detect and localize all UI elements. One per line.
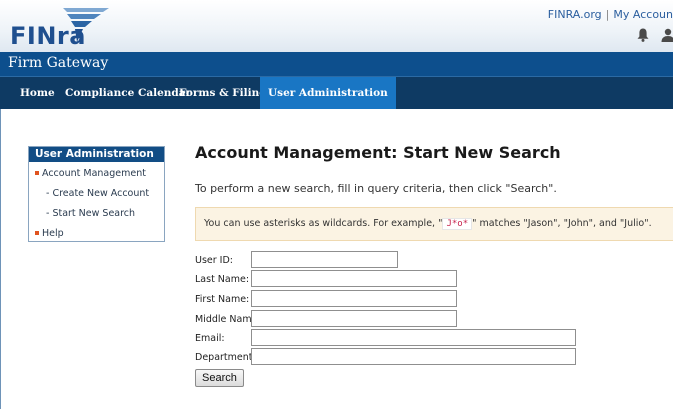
search-button[interactable]: Search [195, 369, 244, 387]
first-name-label: First Name: [195, 294, 250, 305]
utility-icons [633, 28, 673, 46]
logo-arrow-icon [63, 8, 109, 42]
site-header: FINra FINRA.org | My Accoun [0, 0, 673, 52]
utility-links: FINRA.org | My Accoun [548, 8, 673, 21]
sidebar: User Administration Account Management -… [28, 146, 165, 242]
nav-user-administration[interactable]: User Administration [260, 77, 396, 109]
finra-org-link[interactable]: FINRA.org [548, 8, 602, 21]
finra-logo[interactable]: FINra [9, 8, 124, 50]
util-separator: | [605, 8, 610, 21]
first-name-input[interactable] [251, 290, 457, 307]
page-left-border [0, 109, 1, 409]
nav-home[interactable]: Home [12, 77, 63, 109]
email-label: Email: [195, 333, 225, 344]
notice-suffix: " matches "Jason", "John", and "Julio". [472, 218, 652, 229]
user-id-input[interactable] [251, 251, 398, 268]
user-id-label: User ID: [195, 255, 233, 266]
department-input[interactable] [251, 348, 576, 365]
sidebar-heading: User Administration [29, 147, 164, 162]
sidebar-item-create-new-account[interactable]: - Create New Account [46, 188, 149, 199]
sidebar-item-start-new-search[interactable]: - Start New Search [46, 208, 135, 219]
notice-example: J*o* [442, 218, 473, 230]
middle-name-input[interactable] [251, 310, 457, 327]
bullet-icon [35, 230, 39, 235]
wildcard-notice: You can use asterisks as wildcards. For … [195, 207, 673, 241]
sidebar-item-account-management[interactable]: Account Management [35, 168, 146, 179]
email-input[interactable] [251, 329, 576, 346]
department-label: Department: [195, 352, 256, 363]
sidebar-item-label: Account Management [42, 168, 146, 179]
sidebar-item-label: Help [42, 228, 64, 239]
user-icon[interactable] [661, 28, 673, 42]
bullet-icon [35, 170, 39, 175]
app-bar: Firm Gateway [0, 52, 673, 76]
sidebar-item-help[interactable]: Help [35, 228, 64, 239]
notice-prefix: You can use asterisks as wildcards. For … [204, 218, 443, 229]
main-nav: Home Compliance Calendar Forms & Filings… [0, 76, 673, 109]
page-title: Account Management: Start New Search [195, 143, 561, 162]
last-name-input[interactable] [251, 270, 457, 287]
my-account-link[interactable]: My Accoun [613, 8, 673, 21]
instructions-text: To perform a new search, fill in query c… [195, 182, 557, 195]
bell-icon[interactable] [637, 28, 649, 42]
app-title: Firm Gateway [8, 55, 109, 71]
last-name-label: Last Name: [195, 274, 250, 285]
